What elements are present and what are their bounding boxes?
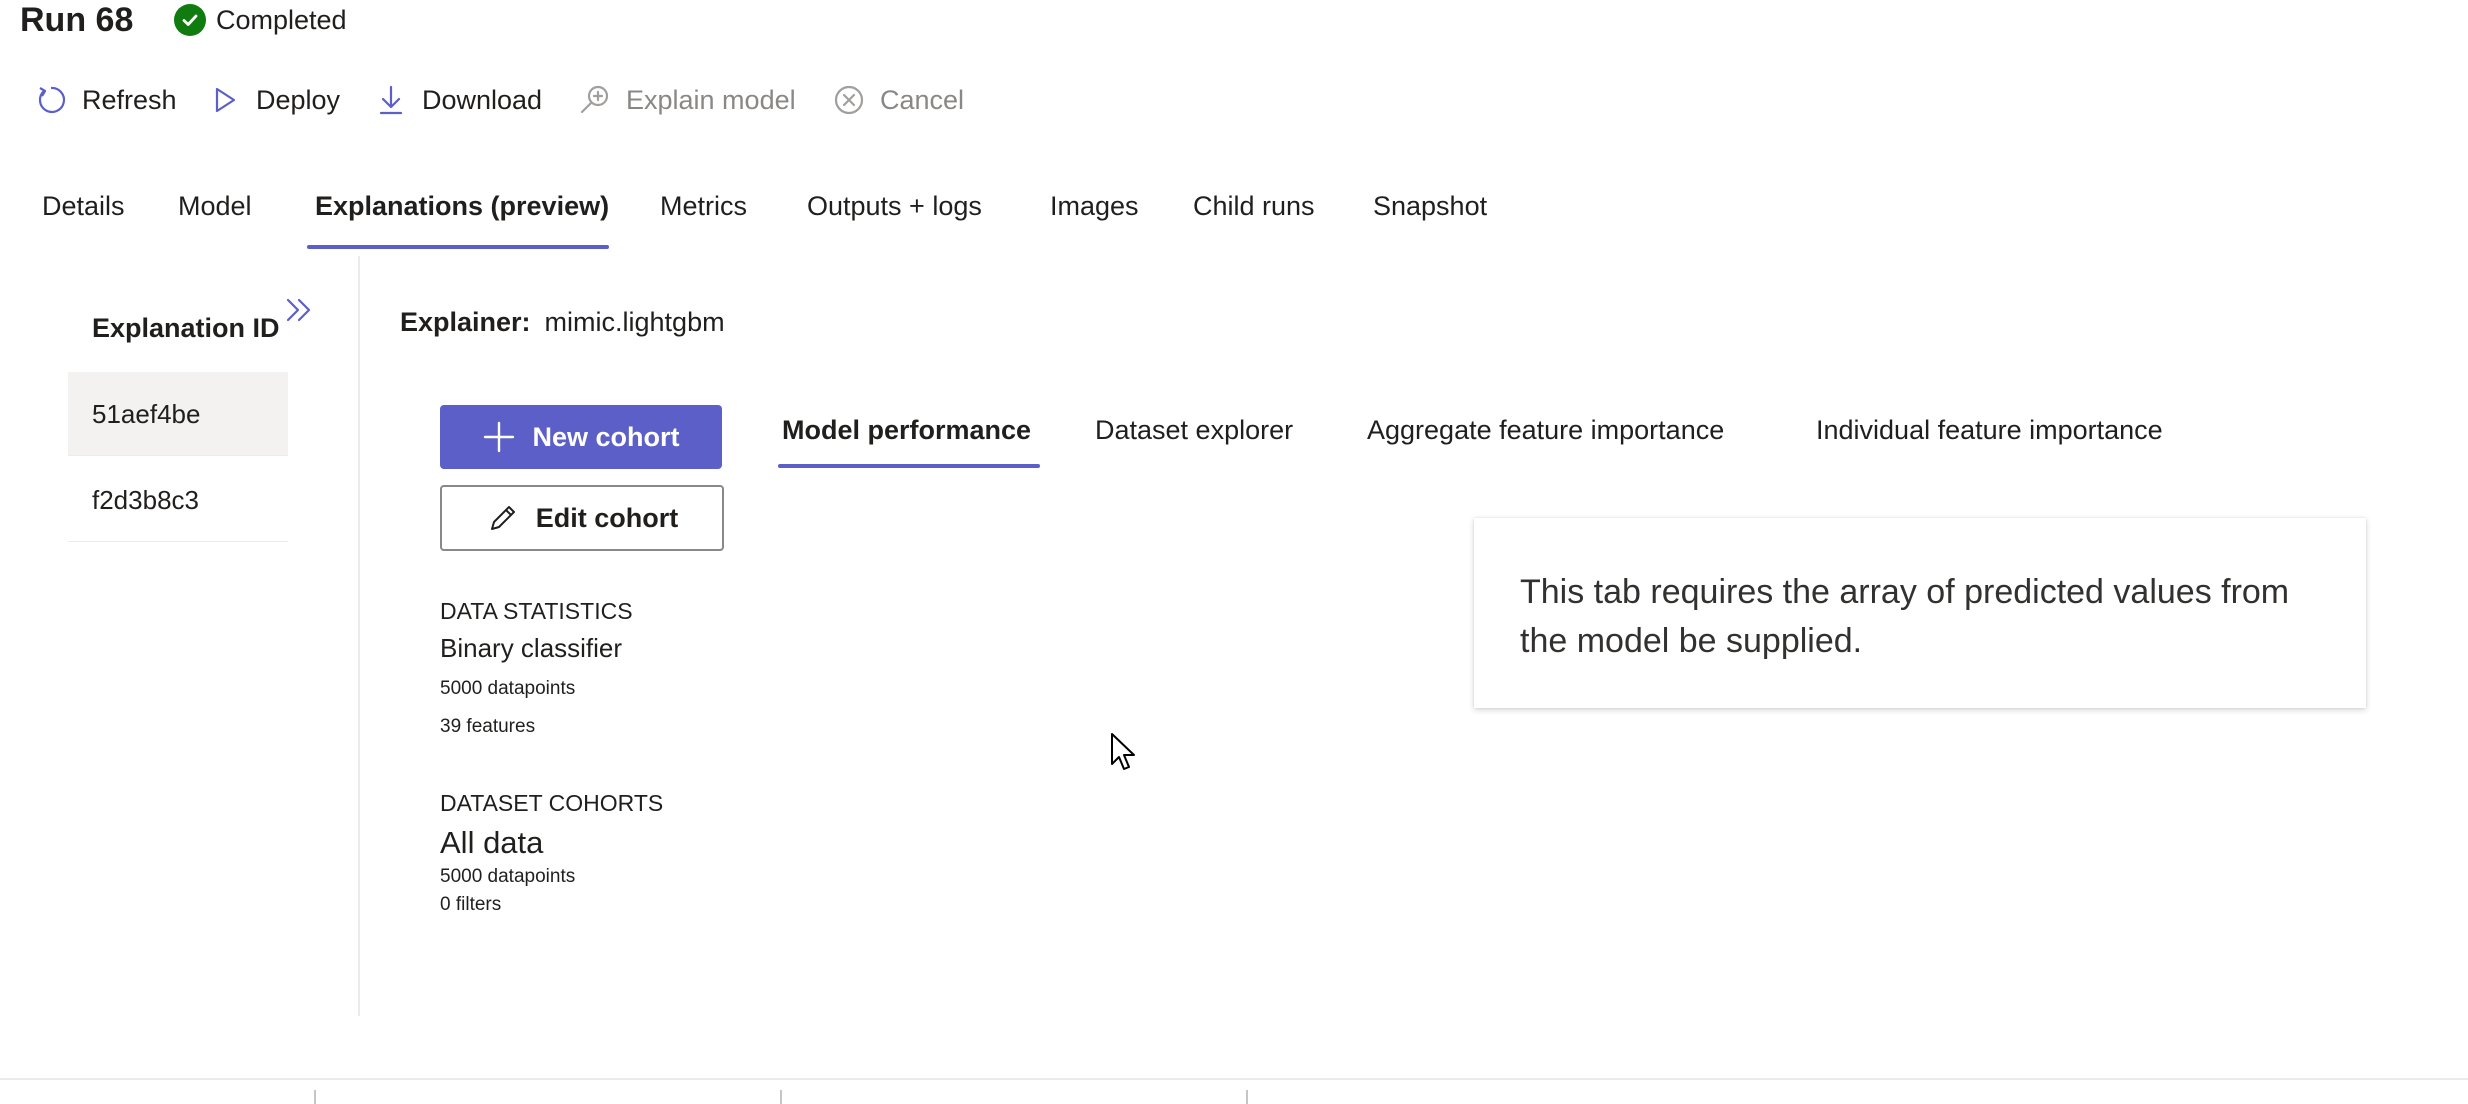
page-title: Run 68 [20,1,134,39]
explain-model-label: Explain model [626,85,796,115]
refresh-icon [38,86,66,114]
info-message-card: This tab requires the array of predicted… [1474,518,2366,708]
explainer-info: Explainer: mimic.lightgbm [400,303,725,341]
status-label: Completed [216,5,347,35]
data-statistics-heading: DATA STATISTICS [440,598,633,624]
edit-cohort-button[interactable]: Edit cohort [440,485,724,551]
active-subtab-indicator [778,464,1040,468]
explain-model-button[interactable]: Explain model [578,80,796,120]
subtab-dataset-explorer[interactable]: Dataset explorer [1095,410,1293,450]
tab-details[interactable]: Details [42,186,125,226]
explanation-item[interactable]: 51aef4be [68,372,288,456]
cancel-button[interactable]: Cancel [832,80,964,120]
deploy-button[interactable]: Deploy [208,80,340,120]
new-cohort-label: New cohort [532,421,680,452]
classifier-type: Binary classifier [440,633,623,663]
check-circle-icon [174,4,206,36]
subtab-aggregate-feature-importance[interactable]: Aggregate feature importance [1367,410,1724,450]
double-chevron-right-icon[interactable] [282,292,318,328]
active-tab-indicator [307,245,609,249]
cohort-filters: 0 filters [440,894,502,915]
download-label: Download [422,85,543,115]
column-tick [1246,1090,1248,1104]
refresh-button[interactable]: Refresh [34,80,177,120]
cancel-circle-icon [834,85,864,115]
subtab-model-performance[interactable]: Model performance [782,410,1031,450]
tab-child-runs[interactable]: Child runs [1193,186,1315,226]
column-tick [780,1090,782,1104]
bottom-divider [0,1078,2468,1080]
download-button[interactable]: Download [374,80,542,120]
tab-metrics[interactable]: Metrics [660,186,747,226]
tab-model[interactable]: Model [178,186,252,226]
column-tick [314,1090,316,1104]
explanation-id-header: Explanation ID [92,313,280,343]
cohort-datapoints: 5000 datapoints [440,866,576,887]
download-icon [379,85,403,115]
refresh-label: Refresh [82,85,177,115]
dataset-cohorts-heading: DATASET COHORTS [440,790,664,816]
zoom-icon [580,85,609,114]
mouse-cursor-icon [1111,733,1135,770]
tab-outputs-logs[interactable]: Outputs + logs [807,186,982,226]
features-count: 39 features [440,716,536,737]
subtab-individual-feature-importance[interactable]: Individual feature importance [1816,410,2163,450]
tab-explanations[interactable]: Explanations (preview) [315,186,609,226]
explanation-item[interactable]: f2d3b8c3 [68,458,288,542]
pencil-icon [490,506,515,530]
tab-snapshot[interactable]: Snapshot [1373,186,1487,226]
tab-images[interactable]: Images [1050,186,1139,226]
new-cohort-button[interactable]: New cohort [440,405,722,469]
play-icon [215,87,236,113]
edit-cohort-label: Edit cohort [535,502,679,533]
plus-icon [484,421,515,453]
status-badge: Completed [174,4,347,36]
explainer-value: mimic.lightgbm [544,307,725,337]
panel-divider [358,256,360,1016]
datapoints-count: 5000 datapoints [440,678,576,699]
explainer-label: Explainer: [400,307,531,337]
cancel-label: Cancel [880,85,965,115]
cohort-name: All data [440,825,544,860]
deploy-label: Deploy [256,85,341,115]
